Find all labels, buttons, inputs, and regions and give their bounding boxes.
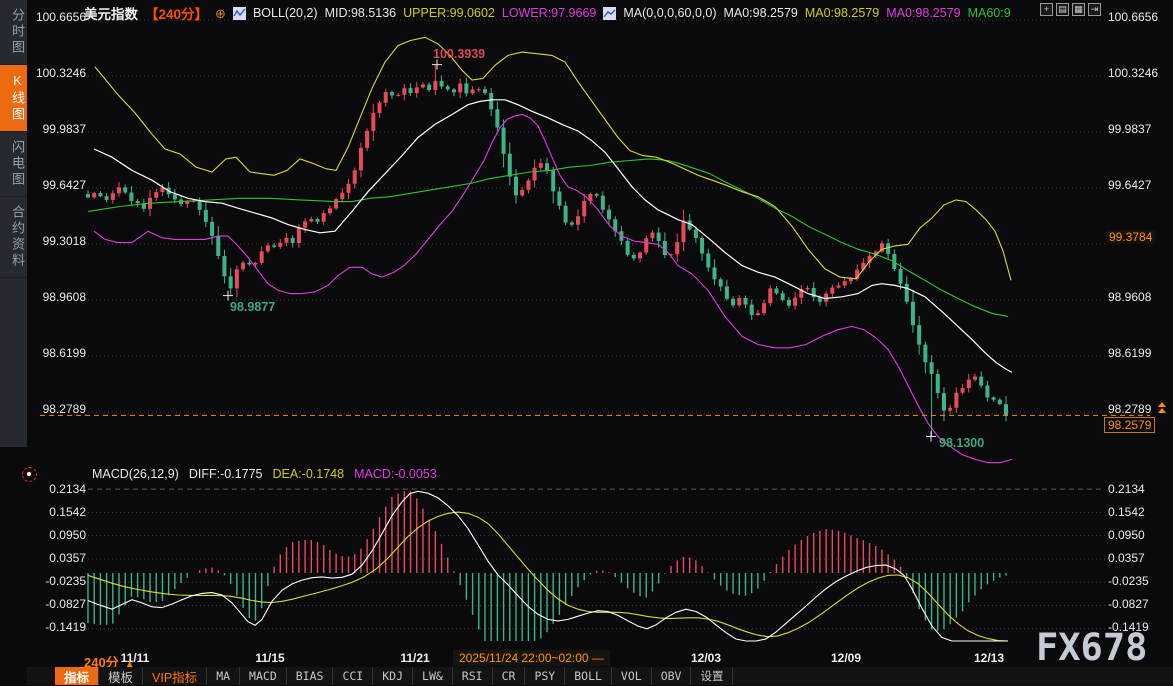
- low-price-label-1: 98.9877: [230, 300, 275, 314]
- macd-hist-value: MACD:-0.0053: [354, 467, 437, 481]
- selected-bar-time: 2025/11/24 22:00~02:00 —: [453, 650, 610, 666]
- left-axis-label: 99.3018: [24, 234, 86, 248]
- x-axis-label-11-15: 11/15: [255, 651, 284, 665]
- left-axis-label: 0.1542: [24, 505, 86, 519]
- sidebar: 分时图K线图闪电图合约资料: [0, 0, 27, 447]
- right-axis-label: 99.9837: [1108, 122, 1170, 136]
- right-axis-label: -0.0235: [1108, 574, 1170, 588]
- indicator-psy[interactable]: PSY: [525, 667, 565, 685]
- chart-canvas[interactable]: [0, 0, 1173, 685]
- tab-templates[interactable]: 模板: [99, 667, 143, 685]
- macd-label: MACD(26,12,9): [92, 467, 179, 481]
- indicator-ma[interactable]: MA: [207, 667, 240, 685]
- right-axis-label: 99.6427: [1108, 178, 1170, 192]
- last-price-box: 98.2579: [1104, 417, 1155, 433]
- indicator-obv[interactable]: OBV: [652, 667, 692, 685]
- left-axis-label: 0.2134: [24, 482, 86, 496]
- indicator-lw[interactable]: LW&: [413, 667, 453, 685]
- indicator-cci[interactable]: CCI: [333, 667, 373, 685]
- left-axis-label: -0.0235: [24, 574, 86, 588]
- sidebar-item-flash[interactable]: 闪电图: [0, 132, 27, 197]
- macd-settings-icon[interactable]: [22, 467, 37, 482]
- move-icon[interactable]: +: [1040, 3, 1053, 16]
- right-axis-label: 0.2134: [1108, 482, 1170, 496]
- indicator-macd[interactable]: MACD: [240, 667, 287, 685]
- x-axis-label-12-09: 12/09: [831, 651, 861, 665]
- indicator-vol[interactable]: VOL: [612, 667, 652, 685]
- ma0-white-value: MA0:98.2579: [723, 6, 797, 20]
- right-axis-label: 98.6199: [1108, 346, 1170, 360]
- indicator-kdj[interactable]: KDJ: [373, 667, 413, 685]
- left-scale-icon[interactable]: ▤: [1056, 3, 1069, 16]
- left-axis-label: 100.3246: [24, 66, 86, 80]
- x-axis-label-12-13: 12/13: [974, 651, 1004, 665]
- right-axis-label: 0.0950: [1108, 528, 1170, 542]
- right-axis-label: 98.9608: [1108, 290, 1170, 304]
- macd-diff-value: DIFF:-0.1775: [189, 467, 263, 481]
- symbol-title: 美元指数: [84, 3, 138, 23]
- sidebar-item-kline[interactable]: K线图: [0, 65, 27, 132]
- tab-vip-indicators[interactable]: VIP指标: [143, 667, 207, 685]
- right-axis-label: -0.0827: [1108, 597, 1170, 611]
- price-up-arrow-icon: [1158, 408, 1166, 413]
- bottom-toolbar: 指标模板VIP指标MAMACDBIASCCIKDJLW&RSICRPSYBOLL…: [27, 667, 1173, 685]
- boll-label: BOLL(20,2): [253, 6, 318, 20]
- left-axis-label: -0.1419: [24, 620, 86, 634]
- ma-label: MA(0,0,0,60,0,0): [623, 6, 716, 20]
- left-axis-label: 98.6199: [24, 346, 86, 360]
- right-axis-label: 100.3246: [1108, 66, 1170, 80]
- left-axis-label: 99.6427: [24, 178, 86, 192]
- tab-indicators[interactable]: 指标: [55, 667, 99, 685]
- price-marker-993784: 99.3784: [1106, 230, 1155, 244]
- left-axis-label: 0.0357: [24, 551, 86, 565]
- period-badge: 【240分】: [145, 3, 208, 23]
- right-axis-label: 0.1542: [1108, 505, 1170, 519]
- chart-header: 美元指数 【240分】 ⊕ BOLL(20,2) MID:98.5136 UPP…: [84, 5, 1011, 21]
- sidebar-item-contract-info[interactable]: 合约资料: [0, 197, 27, 278]
- ma60-value: MA60:9: [968, 6, 1011, 20]
- high-price-label: 100.3939: [433, 47, 485, 61]
- left-axis-label: 98.2789: [24, 402, 86, 416]
- macd-header: MACD(26,12,9) DIFF:-0.1775 DEA:-0.1748 M…: [92, 467, 437, 481]
- left-axis-label: 98.9608: [24, 290, 86, 304]
- boll-chip-icon[interactable]: [233, 7, 246, 20]
- left-axis-label: 100.6656: [24, 10, 86, 24]
- price-up-arrow-icon: [1158, 402, 1166, 407]
- right-scale-icon[interactable]: ▦: [1072, 3, 1085, 16]
- left-axis-label: 99.9837: [24, 122, 86, 136]
- indicator-boll[interactable]: BOLL: [565, 667, 612, 685]
- indicator-cr[interactable]: CR: [493, 667, 526, 685]
- app-window: 分时图K线图闪电图合约资料 美元指数 【240分】 ⊕ BOLL(20,2) M…: [0, 0, 1173, 685]
- ma-chip-icon[interactable]: [603, 7, 616, 20]
- x-axis-label-11-21: 11/21: [400, 651, 429, 665]
- ma0-yellow-value: MA0:98.2579: [805, 6, 879, 20]
- indicator-bias[interactable]: BIAS: [287, 667, 334, 685]
- chart-toolbar-icons: +▤▦⇥: [1040, 3, 1101, 16]
- add-indicator-icon[interactable]: ⊕: [215, 7, 226, 20]
- left-axis-label: -0.0827: [24, 597, 86, 611]
- indicator-settings[interactable]: 设置: [691, 667, 733, 685]
- indicator-rsi[interactable]: RSI: [453, 667, 493, 685]
- x-axis-label-12-03: 12/03: [691, 651, 721, 665]
- boll-upper-value: UPPER:99.0602: [403, 6, 495, 20]
- ma0-magenta-value: MA0:98.2579: [886, 6, 960, 20]
- left-axis-label: 0.0950: [24, 528, 86, 542]
- low-price-label-2: 98.1300: [939, 436, 984, 450]
- sidebar-item-timeshare[interactable]: 分时图: [0, 0, 27, 65]
- right-axis-label: 100.6656: [1108, 10, 1170, 24]
- collapse-right-icon[interactable]: ⇥: [1088, 3, 1101, 16]
- boll-lower-value: LOWER:97.9669: [502, 6, 597, 20]
- right-axis-label: -0.1419: [1108, 620, 1170, 634]
- macd-dea-value: DEA:-0.1748: [272, 467, 344, 481]
- boll-mid-value: MID:98.5136: [325, 6, 397, 20]
- right-axis-label: 0.0357: [1108, 551, 1170, 565]
